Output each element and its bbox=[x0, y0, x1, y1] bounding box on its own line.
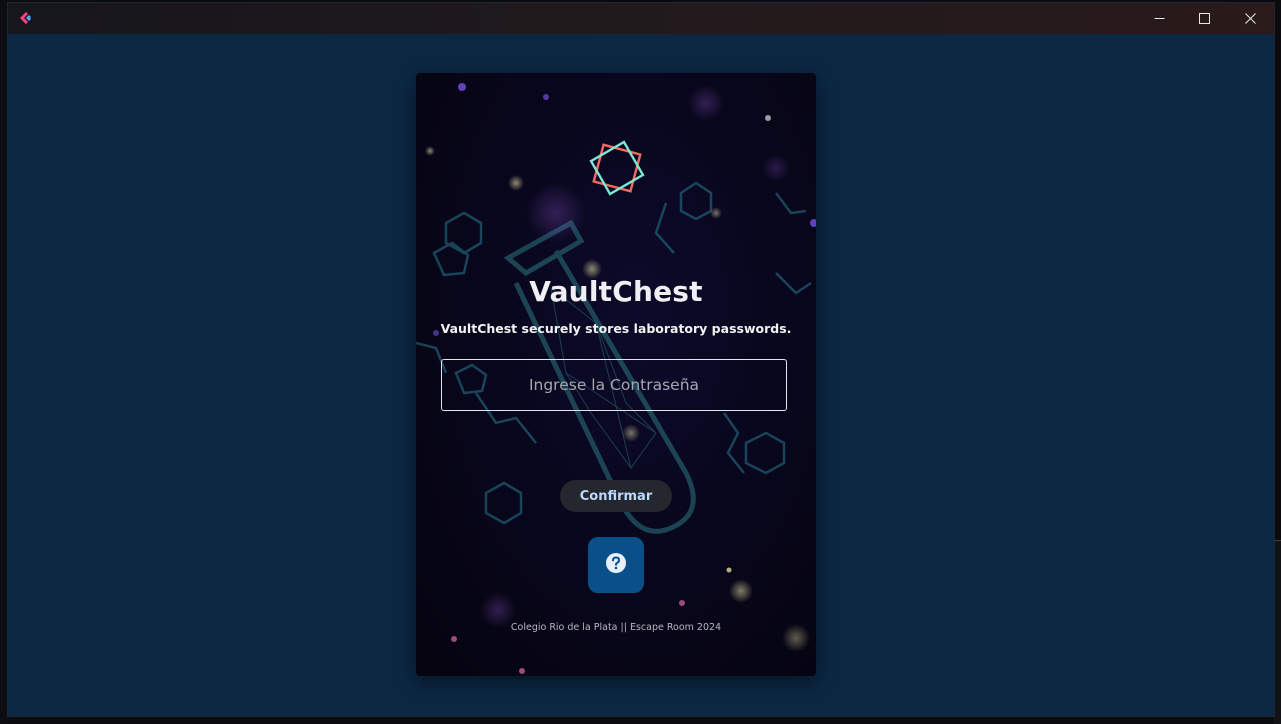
login-card: VaultChest VaultChest securely stores la… bbox=[416, 73, 816, 676]
app-window: VaultChest VaultChest securely stores la… bbox=[8, 3, 1274, 716]
title-bar[interactable] bbox=[8, 3, 1274, 34]
password-input[interactable] bbox=[441, 359, 787, 411]
vaultchest-logo-icon bbox=[581, 133, 651, 203]
help-button[interactable] bbox=[588, 537, 644, 593]
minimize-button[interactable] bbox=[1136, 3, 1182, 34]
minimize-icon bbox=[1154, 13, 1165, 24]
question-icon bbox=[605, 552, 627, 578]
close-button[interactable] bbox=[1227, 3, 1273, 34]
footer-text: Colegio Rio de la Plata || Escape Room 2… bbox=[510, 622, 722, 633]
app-subtitle: VaultChest securely stores laboratory pa… bbox=[440, 321, 792, 336]
app-logo-icon bbox=[17, 10, 33, 26]
app-title: VaultChest bbox=[529, 275, 703, 308]
maximize-icon bbox=[1198, 13, 1210, 24]
close-icon bbox=[1244, 13, 1256, 24]
background-window-edge bbox=[1274, 540, 1281, 724]
confirm-button[interactable]: Confirmar bbox=[560, 480, 672, 512]
maximize-button[interactable] bbox=[1181, 3, 1227, 34]
